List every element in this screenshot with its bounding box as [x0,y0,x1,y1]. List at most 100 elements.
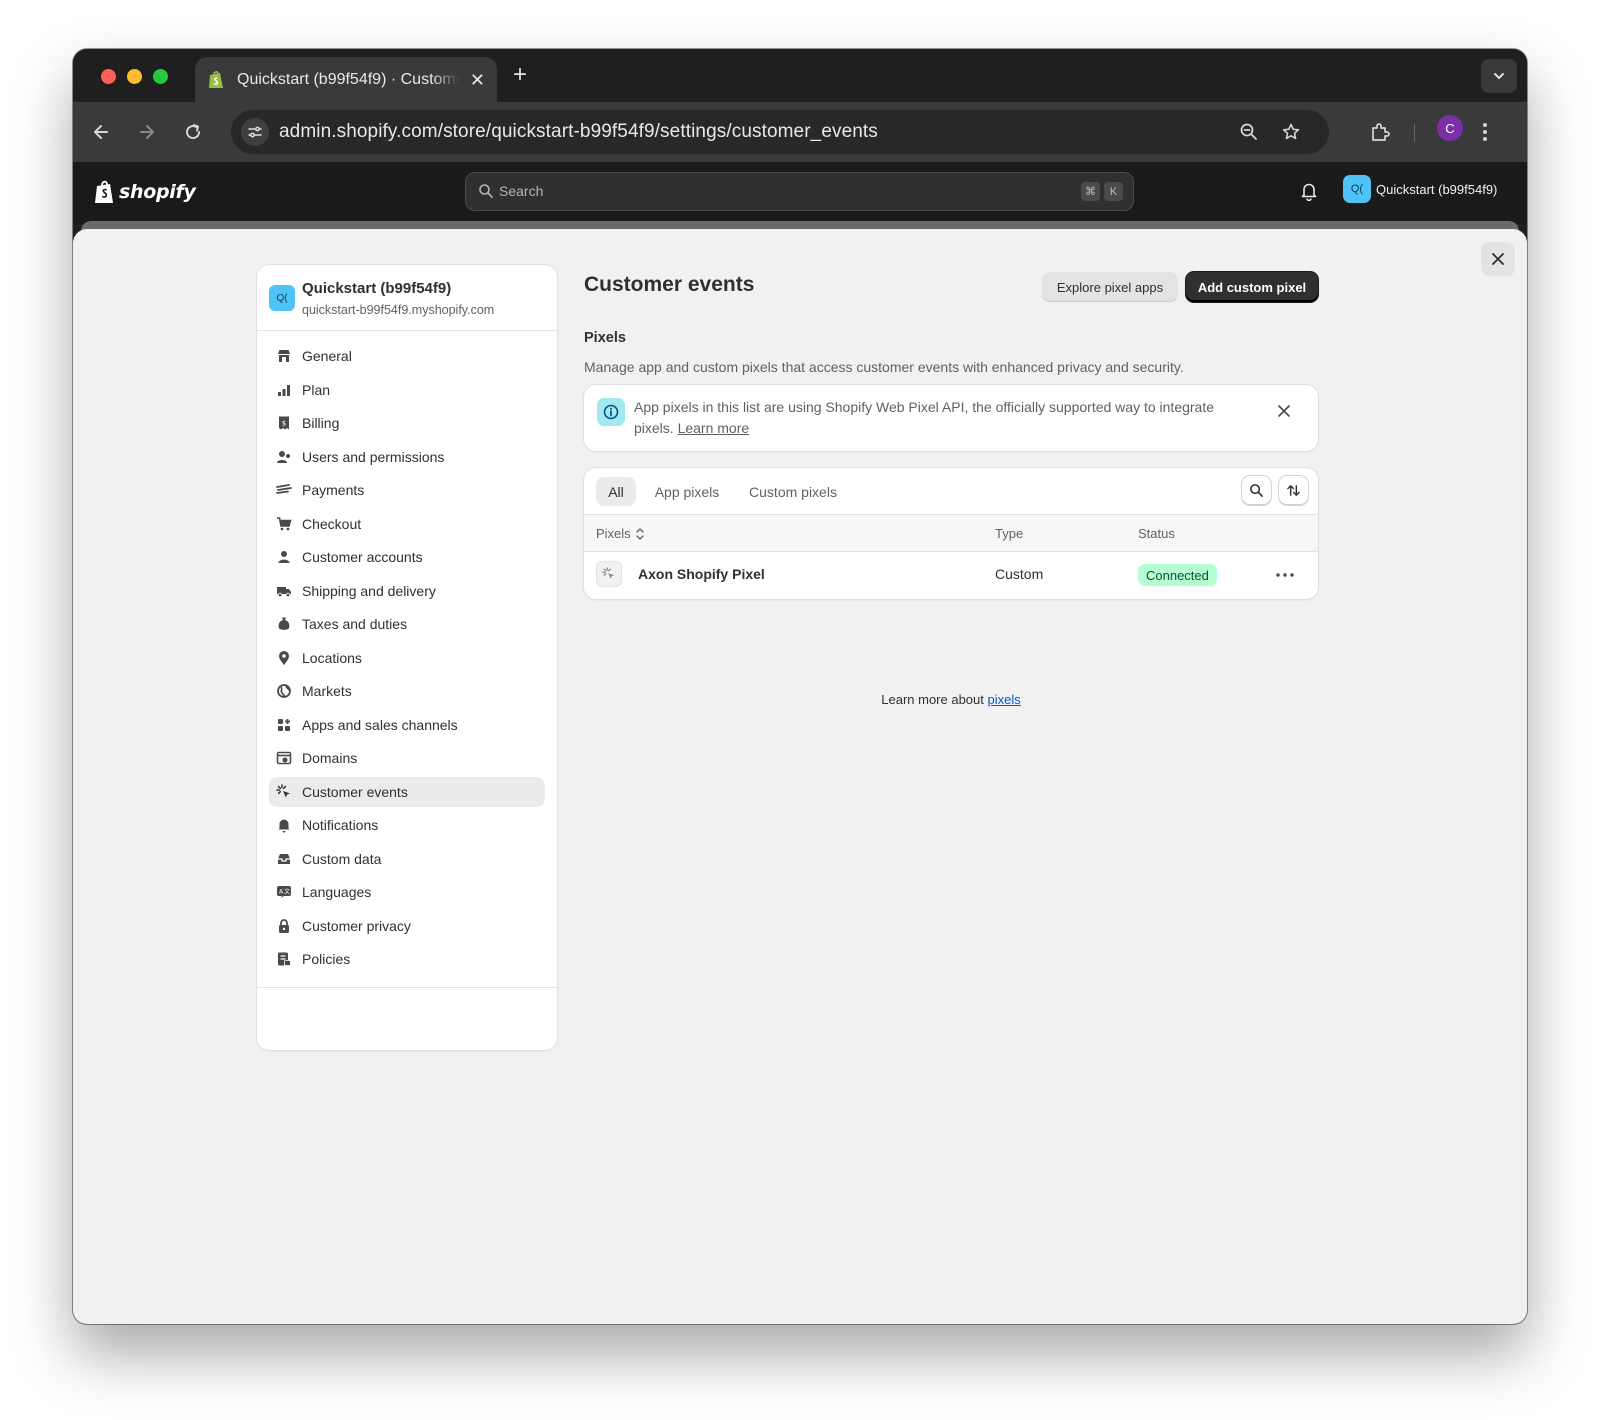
sidebar-item-shipping[interactable]: Shipping and delivery [269,576,545,606]
status-badge: Connected [1138,564,1217,586]
tab-close-icon[interactable]: ✕ [470,71,485,89]
column-pixels-label: Pixels [596,526,631,541]
profile-avatar[interactable]: C [1437,115,1463,141]
shopify-header: shopify Search ⌘ K Q( Quickstart (b99f54… [73,162,1527,224]
close-window-button[interactable] [101,69,116,84]
sidebar-item-label: Billing [302,415,340,431]
sidebar-item-label: Customer events [302,783,408,800]
svg-text:文: 文 [284,888,290,896]
table-row[interactable]: Axon Shopify Pixel Custom Connected [584,552,1318,599]
sidebar-item-customer-privacy[interactable]: Customer privacy [269,911,545,941]
tab-custom-pixels[interactable]: Custom pixels [739,477,847,506]
sidebar-item-apps[interactable]: Apps and sales channels [269,710,545,740]
sidebar-item-taxes[interactable]: Taxes and duties [269,609,545,639]
info-icon [597,398,625,426]
pixel-name[interactable]: Axon Shopify Pixel [638,566,765,582]
forward-icon[interactable] [133,118,161,146]
sort-button[interactable] [1279,476,1308,505]
search-filter-button[interactable] [1242,476,1271,505]
sidebar-item-domains[interactable]: Domains [269,743,545,773]
maximize-window-button[interactable] [153,69,168,84]
site-settings-icon[interactable] [241,118,269,146]
sidebar-item-label: Customer accounts [302,549,423,565]
reload-icon[interactable] [179,118,207,146]
shopify-bag-icon [95,180,113,203]
browser-tab[interactable]: Quickstart (b99f54f9) · Customer events … [195,57,497,102]
toolbar-divider [1414,124,1415,142]
store-avatar: Q( [1343,175,1371,203]
column-status: Status [1138,526,1175,541]
page-title: Customer events [584,273,755,296]
pixels-link[interactable]: pixels [988,692,1021,707]
tab-all[interactable]: All [596,477,636,506]
sidebar-item-notifications[interactable]: Notifications [269,810,545,840]
new-tab-button[interactable]: + [513,63,527,87]
column-type-label: Type [995,526,1024,541]
sidebar-item-label: Policies [302,951,351,967]
sidebar-item-custom-data[interactable]: Custom data [269,844,545,874]
person-icon [275,548,293,566]
column-pixels[interactable]: Pixels [596,526,645,541]
taxes-icon [275,615,293,633]
cursor-click-icon [596,561,622,587]
add-custom-pixel-button[interactable]: Add custom pixel [1186,272,1318,302]
close-icon[interactable] [1481,242,1515,276]
back-icon[interactable] [87,118,115,146]
search-icon [479,184,493,198]
sidebar-item-label: Markets [302,683,352,699]
admin-search-bar[interactable]: Search ⌘ K [465,172,1134,211]
banner-message: App pixels in this list are using Shopif… [634,397,1254,439]
sort-arrows-icon [635,527,644,540]
more-horizontal-icon[interactable] [1272,562,1298,588]
sidebar-item-billing[interactable]: $ Billing [269,408,545,438]
tab-title: Quickstart (b99f54f9) · Customer events [237,70,459,88]
location-icon [275,649,293,667]
extensions-icon[interactable] [1366,118,1394,146]
sidebar-item-label: Taxes and duties [302,616,408,632]
shortcut-key-cmd: ⌘ [1081,182,1100,201]
sidebar-item-markets[interactable]: Markets [269,676,545,706]
sidebar-item-label: Shipping and delivery [302,582,436,599]
star-icon[interactable] [1277,118,1305,146]
sidebar-item-policies[interactable]: Policies [269,944,545,974]
tab-menu-chevron-icon[interactable] [1481,59,1517,93]
explore-pixel-apps-button[interactable]: Explore pixel apps [1042,272,1178,302]
sidebar-item-languages[interactable]: A文 Languages [269,877,545,907]
sidebar-item-label: Plan [302,381,331,398]
info-banner: App pixels in this list are using Shopif… [584,385,1318,451]
sidebar-footer-divider [257,987,557,988]
sidebar-item-users[interactable]: Users and permissions [269,442,545,472]
logo-text: shopify [119,181,196,203]
shortcut-key-k: K [1104,182,1123,201]
sidebar-item-general[interactable]: General [269,341,545,371]
column-status-label: Status [1138,526,1175,541]
store-switcher[interactable]: Q( Quickstart (b99f54f9) [1343,175,1497,203]
zoom-icon[interactable] [1235,118,1263,146]
minimize-window-button[interactable] [127,69,142,84]
bell-icon[interactable] [1300,181,1318,206]
sidebar-store-name: Quickstart (b99f54f9) [302,280,452,297]
shopify-logo[interactable]: shopify [94,179,196,205]
sidebar-item-customer-accounts[interactable]: Customer accounts [269,542,545,572]
section-title: Pixels [584,330,626,346]
sidebar-item-label: Locations [302,649,362,666]
sidebar-item-label: Custom data [302,850,382,867]
more-vert-icon[interactable] [1471,118,1499,146]
lock-icon [275,917,293,935]
sidebar-item-locations[interactable]: Locations [269,643,545,673]
banner-close-icon[interactable] [1272,399,1296,423]
sidebar-item-plan[interactable]: Plan [269,375,545,405]
sort-icon [1287,485,1300,496]
sidebar-item-checkout[interactable]: Checkout [269,509,545,539]
learn-more-link[interactable]: Learn more [678,420,750,436]
svg-text:$: $ [282,420,286,428]
globe-icon [275,682,293,700]
sidebar-item-label: Notifications [302,817,379,833]
sidebar-item-customer-events[interactable]: Customer events [269,776,545,807]
tab-app-pixels[interactable]: App pixels [644,477,730,506]
sidebar-item-label: Users and permissions [302,448,445,465]
sidebar-item-payments[interactable]: Payments [269,475,545,505]
address-bar[interactable]: admin.shopify.com/store/quickstart-b99f5… [231,110,1329,154]
section-description: Manage app and custom pixels that access… [584,359,1184,375]
sidebar-store-header[interactable]: Q( Quickstart (b99f54f9) quickstart-b99f… [257,265,557,331]
